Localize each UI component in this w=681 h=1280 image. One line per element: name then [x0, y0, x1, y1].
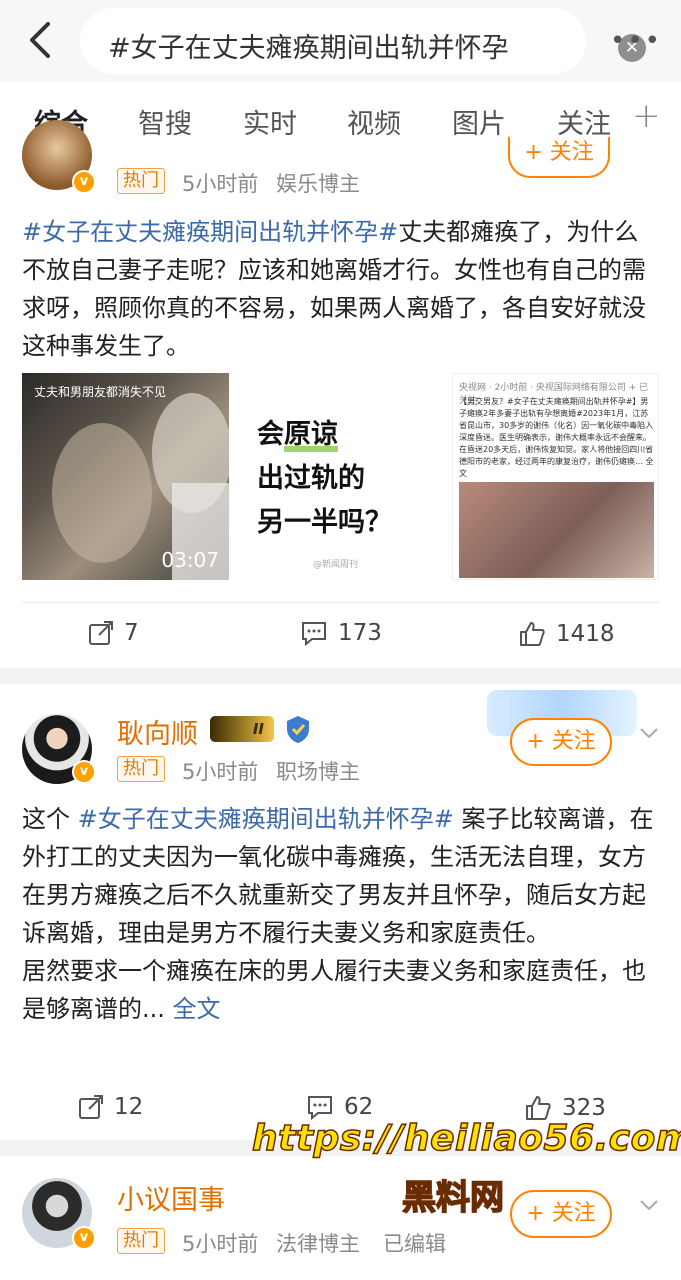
image-watermark: @新闻周刊: [313, 560, 359, 570]
top-bar: #女子在丈夫瘫痪期间出轨并怀孕 ✕ •••: [0, 0, 681, 82]
author-name[interactable]: 耿向顺: [117, 712, 198, 751]
follow-button[interactable]: + 关注: [510, 1190, 612, 1238]
post-actions-1: 7 173 1418: [0, 606, 681, 666]
video-caption: 丈夫和男朋友都消失不见: [34, 385, 167, 399]
verified-badge-icon: v: [72, 170, 96, 194]
chevron-down-icon[interactable]: [638, 722, 660, 744]
edited-label: 已编辑: [383, 1232, 446, 1256]
like-button[interactable]: 323: [524, 1094, 606, 1122]
post-time: 5小时前: [182, 760, 259, 784]
news-photo: [459, 482, 654, 578]
shield-icon: [287, 716, 309, 743]
author-name[interactable]: 小议国事: [117, 1178, 225, 1217]
comment-icon: [308, 1096, 332, 1120]
search-input[interactable]: #女子在丈夫瘫痪期间出轨并怀孕 ✕: [80, 8, 646, 74]
post-text: #女子在丈夫瘫痪期间出轨并怀孕#丈夫都瘫痪了，为什么不放自己妻子走呢？应该和她离…: [22, 218, 646, 360]
news-screenshot-image[interactable]: 央视网 · 2小时前 · 央视国际网络有限公司 + 已关注 【男交男友？#女子在…: [452, 373, 659, 580]
repost-icon: [79, 1095, 103, 1119]
tab-video[interactable]: 视频: [347, 102, 401, 141]
comment-button[interactable]: 173: [300, 620, 382, 646]
like-icon: [526, 1096, 551, 1120]
post-actions-2: 12 62 323: [0, 1080, 681, 1140]
news-body-text: 【男交男友？#女子在丈夫瘫痪期间出轨并怀孕#】男子瘫痪2年多妻子出轨有孕想离婚#…: [459, 397, 654, 478]
follow-button[interactable]: + 关注: [510, 718, 612, 766]
hot-badge: 热门: [117, 1228, 165, 1254]
like-icon: [520, 622, 545, 646]
repost-button[interactable]: 7: [88, 620, 139, 646]
post-card-3: v 小议国事 + 关注 热门 5小时前 法律博主 已编辑: [0, 1156, 681, 1280]
comment-icon: [302, 622, 326, 646]
add-tab-icon[interactable]: +: [632, 96, 661, 136]
verified-badge-icon: v: [72, 760, 96, 784]
chevron-down-icon[interactable]: [638, 1194, 660, 1216]
tab-realtime[interactable]: 实时: [243, 102, 297, 141]
tab-smart-search[interactable]: 智搜: [138, 102, 192, 141]
back-arrow-icon[interactable]: [22, 20, 58, 60]
post-time: 5小时前: [182, 172, 259, 196]
repost-icon: [89, 621, 113, 645]
hashtag-link[interactable]: #女子在丈夫瘫痪期间出轨并怀孕#: [78, 805, 454, 833]
tab-images[interactable]: 图片: [452, 102, 506, 141]
author-category: 法律博主: [276, 1232, 360, 1256]
hot-badge: 热门: [117, 168, 165, 194]
card-divider: [22, 602, 659, 603]
video-duration: 03:07: [161, 548, 219, 572]
like-button[interactable]: 1418: [518, 620, 615, 648]
video-thumbnail[interactable]: 丈夫和男朋友都消失不见 03:07: [22, 373, 229, 580]
hashtag-link[interactable]: #女子在丈夫瘫痪期间出轨并怀孕#: [22, 218, 398, 246]
post-time: 5小时前: [182, 1232, 259, 1256]
author-category: 娱乐博主: [276, 172, 360, 196]
member-level-badge: II: [210, 716, 274, 742]
post-card-2: v 耿向顺 II + 关注 热门 5小时前 职场博主 这个 #女子在丈夫瘫痪期间…: [0, 684, 681, 1140]
repost-button[interactable]: 12: [78, 1094, 143, 1120]
question-image[interactable]: 会原谅 出过轨的 另一半吗？ @新闻周刊: [237, 373, 444, 580]
comment-button[interactable]: 62: [306, 1094, 373, 1120]
read-more-link[interactable]: 全文: [173, 995, 221, 1023]
search-query-text[interactable]: #女子在丈夫瘫痪期间出轨并怀孕: [108, 26, 508, 65]
verified-badge-icon: v: [72, 1226, 96, 1250]
question-image-text: 会原谅 出过轨的 另一半吗？: [257, 419, 392, 538]
author-category: 职场博主: [276, 760, 360, 784]
post-text: 这个 #女子在丈夫瘫痪期间出轨并怀孕# 案子比较离谱，在外打工的丈夫因为一氧化碳…: [22, 805, 654, 1023]
hot-badge: 热门: [117, 756, 165, 782]
follow-button[interactable]: + 关注: [508, 136, 610, 178]
more-options-icon[interactable]: •••: [610, 26, 662, 56]
